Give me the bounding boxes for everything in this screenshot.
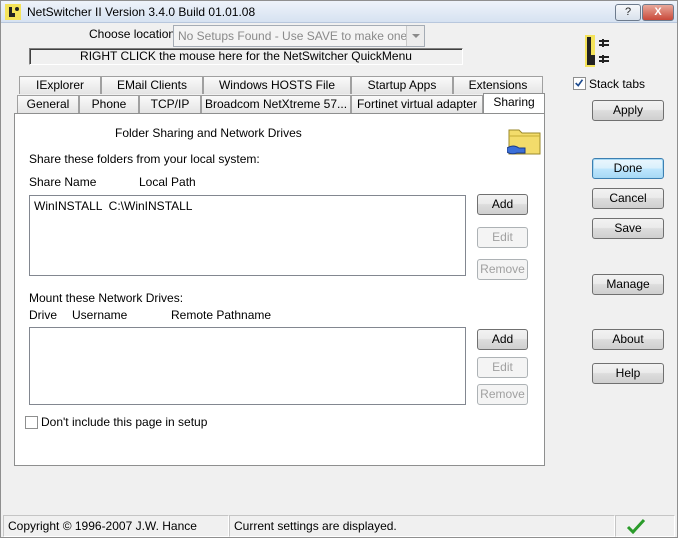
tab-extensions[interactable]: Extensions <box>453 76 543 94</box>
stack-tabs-label: Stack tabs <box>589 77 646 91</box>
drive-add-button[interactable]: Add <box>477 329 528 350</box>
col-username: Username <box>72 308 128 322</box>
tab-general[interactable]: General <box>17 95 79 113</box>
share-edit-button[interactable]: Edit <box>477 227 528 248</box>
help-title-button[interactable]: ? <box>615 4 641 21</box>
status-copyright: Copyright © 1996-2007 J.W. Hance <box>3 515 229 537</box>
close-button[interactable]: X <box>642 4 674 21</box>
sharing-panel: Folder Sharing and Network Drives Share … <box>14 113 545 466</box>
tab-phone[interactable]: Phone <box>79 95 139 113</box>
tab-email-clients[interactable]: EMail Clients <box>101 76 203 94</box>
share-list[interactable]: WinINSTALL C:\WinINSTALL <box>29 195 466 276</box>
share-add-button[interactable]: Add <box>477 194 528 215</box>
drive-edit-button[interactable]: Edit <box>477 357 528 378</box>
title-bar[interactable]: NetSwitcher II Version 3.4.0 Build 01.01… <box>1 1 677 23</box>
drive-remove-button[interactable]: Remove <box>477 384 528 405</box>
help-button[interactable]: Help <box>592 363 664 384</box>
location-value: No Setups Found - Use SAVE to make one..… <box>178 29 418 43</box>
col-remote-pathname: Remote Pathname <box>171 308 272 322</box>
manage-button[interactable]: Manage <box>592 274 664 295</box>
col-local-path: Local Path <box>139 175 196 189</box>
tab-broadcom[interactable]: Broadcom NetXtreme 57... <box>201 95 351 113</box>
done-button[interactable]: Done <box>592 158 664 179</box>
share-folders-label: Share these folders from your local syst… <box>29 152 260 166</box>
green-check-icon <box>626 518 646 534</box>
location-label: Choose location: <box>89 27 179 41</box>
quickmenu-strip[interactable]: RIGHT CLICK the mouse here for the NetSw… <box>29 48 463 65</box>
save-button[interactable]: Save <box>592 218 664 239</box>
cancel-button[interactable]: Cancel <box>592 188 664 209</box>
tab-hosts-file[interactable]: Windows HOSTS File <box>203 76 351 94</box>
tab-tcpip[interactable]: TCP/IP <box>139 95 201 113</box>
exclude-page-checkbox[interactable] <box>25 416 38 429</box>
status-ok-field <box>615 515 675 537</box>
share-remove-button[interactable]: Remove <box>477 259 528 280</box>
drives-list[interactable] <box>29 327 466 405</box>
main-window: NetSwitcher II Version 3.4.0 Build 01.01… <box>0 0 678 538</box>
tab-startup-apps[interactable]: Startup Apps <box>351 76 453 94</box>
checkmark-icon <box>575 79 584 87</box>
chevron-down-icon[interactable] <box>406 26 424 46</box>
tab-sharing[interactable]: Sharing <box>483 93 545 113</box>
tab-fortinet[interactable]: Fortinet virtual adapter <box>351 95 483 113</box>
window-title: NetSwitcher II Version 3.4.0 Build 01.01… <box>27 5 256 19</box>
netswitcher-logo-icon <box>585 35 609 67</box>
stack-tabs-checkbox[interactable] <box>573 77 586 90</box>
about-button[interactable]: About <box>592 329 664 350</box>
exclude-page-label: Don't include this page in setup <box>41 415 208 429</box>
col-share-name: Share Name <box>29 175 97 189</box>
list-item[interactable]: WinINSTALL C:\WinINSTALL <box>34 199 192 213</box>
col-drive: Drive <box>29 308 58 322</box>
sharing-heading: Folder Sharing and Network Drives <box>115 126 302 140</box>
shared-folder-icon <box>507 129 541 155</box>
apply-button[interactable]: Apply <box>592 100 664 121</box>
mount-drives-label: Mount these Network Drives: <box>29 291 184 305</box>
status-message: Current settings are displayed. <box>229 515 615 537</box>
tab-iexplorer[interactable]: IExplorer <box>19 76 101 94</box>
app-icon <box>5 4 21 20</box>
location-combo[interactable]: No Setups Found - Use SAVE to make one..… <box>173 25 425 47</box>
